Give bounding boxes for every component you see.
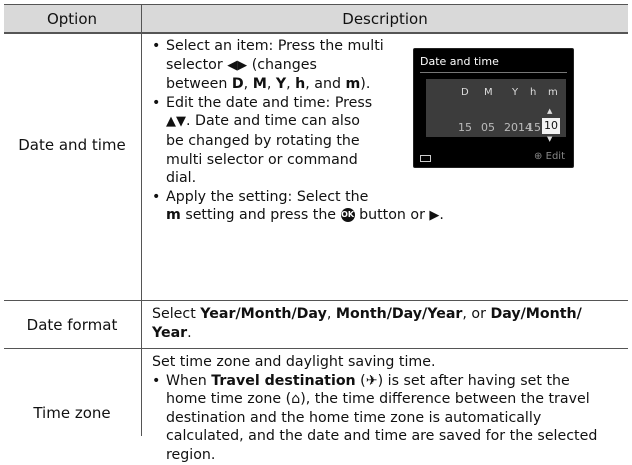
ok-button-icon: OK: [340, 208, 355, 223]
bullet-apply-setting: Apply the setting: Select the m setting …: [152, 188, 632, 226]
option-date-format: Date format: [26, 316, 118, 334]
header-option: Option: [46, 10, 98, 28]
bullet-travel-destination: When Travel destination (✈) is set after…: [152, 372, 622, 465]
right-arrow-icon: ▶: [429, 208, 440, 224]
camera-screen-image: Date and time D M Y h m 15 05 2014 15 10…: [413, 48, 574, 168]
down-arrow-icon: ▼: [547, 135, 553, 143]
label-h: h: [530, 87, 537, 98]
up-down-arrows-icon: ▲▼: [166, 114, 186, 130]
column-divider: [141, 4, 142, 436]
row-divider: [4, 300, 628, 301]
header-description: Description: [342, 10, 428, 28]
table-header: Option Description: [4, 4, 628, 34]
home-icon: ⌂: [291, 391, 301, 408]
edit-hint: ⊕ Edit: [534, 151, 565, 162]
option-date-and-time: Date and time: [18, 136, 126, 154]
description-date-and-time: Select an item: Press the multi selector…: [152, 37, 444, 226]
row-divider: [4, 348, 628, 349]
screen-divider: [420, 72, 567, 73]
description-time-zone: Set time zone and daylight saving time. …: [152, 353, 622, 465]
left-right-arrows-icon: ◀▶: [227, 57, 248, 73]
up-arrow-icon: ▲: [547, 107, 553, 115]
battery-icon: [420, 155, 431, 162]
label-d: D: [461, 87, 469, 98]
value-month: 05: [481, 121, 495, 134]
dial-icon: ⊕: [534, 151, 543, 162]
label-min: m: [548, 87, 558, 98]
bullet-select-item: Select an item: Press the multi selector…: [152, 37, 422, 94]
value-minute-selected: 10: [542, 118, 560, 134]
label-y: Y: [512, 87, 519, 98]
row-divider: [4, 4, 628, 5]
description-date-format: Select Year/Month/Day, Month/Day/Year, o…: [152, 306, 582, 341]
airplane-icon: ✈: [365, 372, 378, 389]
label-m: M: [484, 87, 493, 98]
bullet-edit-date: Edit the date and time: Press ▲▼. Date a…: [152, 94, 422, 188]
screen-title: Date and time: [420, 55, 499, 68]
value-day: 15: [458, 121, 472, 134]
row-divider: [4, 32, 628, 33]
option-time-zone: Time zone: [33, 404, 111, 422]
value-hour: 15: [527, 121, 541, 134]
